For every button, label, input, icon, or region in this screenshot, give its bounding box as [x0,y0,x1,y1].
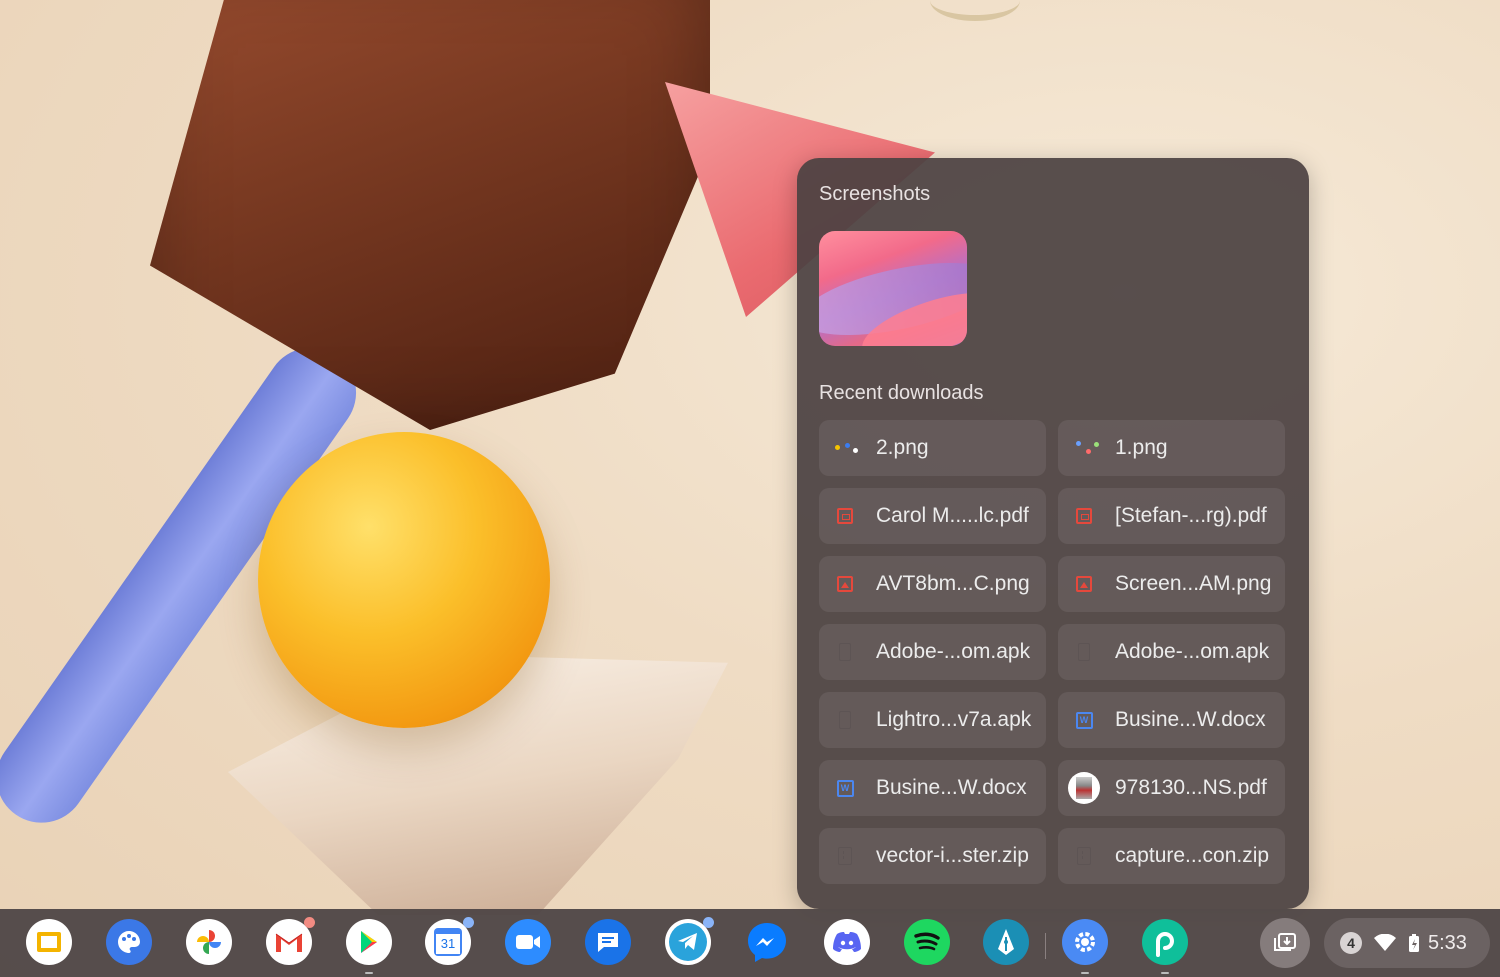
download-item-name: 2.png [876,436,929,459]
word-doc-icon: W [1072,708,1096,732]
download-item[interactable]: W Busine...W.docx [819,760,1046,816]
download-item[interactable]: Adobe-...om.apk [1058,624,1285,680]
clock-time: 5:33 [1428,931,1467,954]
zip-file-icon [833,844,857,868]
screenshots-section-title: Screenshots [819,183,931,205]
google-photos-icon[interactable] [186,919,232,965]
download-item-name: Adobe-...om.apk [876,640,1031,663]
telegram-icon[interactable] [665,917,714,965]
download-item[interactable]: 1.png [1058,420,1285,476]
recent-downloads-section-title: Recent downloads [819,382,984,404]
inkscape-icon[interactable] [983,919,1029,965]
messenger-icon[interactable] [744,919,790,965]
shelf: 31 4 5:33 [0,909,1500,977]
download-item[interactable]: [Stefan-...rg).pdf [1058,488,1285,544]
wallpaper-crescent-shape [930,0,1020,21]
google-play-icon[interactable] [346,919,392,974]
download-item-name: AVT8bm...C.png [876,572,1030,595]
notification-dot [703,917,714,928]
download-item-name: vector-i...ster.zip [876,844,1029,867]
picsart-icon[interactable] [1142,919,1188,974]
download-item[interactable]: Adobe-...om.apk [819,624,1046,680]
download-item[interactable]: vector-i...ster.zip [819,828,1046,884]
download-item[interactable]: 2.png [819,420,1046,476]
holding-space-icon [1274,933,1296,951]
generic-file-icon [833,708,857,732]
wifi-icon [1374,934,1396,951]
zip-file-icon [1072,844,1096,868]
pdf-file-icon [1072,504,1096,528]
download-item-name: Lightro...v7a.apk [876,708,1032,731]
google-messages-icon[interactable] [585,919,631,965]
calendar-day: 31 [436,934,460,954]
generic-file-icon [1072,640,1096,664]
image-thumbnail-icon [1072,436,1099,460]
holding-space-button[interactable] [1260,918,1310,968]
image-file-icon [833,572,857,596]
zoom-icon[interactable] [505,919,551,965]
image-thumbnail-icon [833,436,858,460]
wallpaper-brown-cube [150,0,710,430]
download-item-name: Busine...W.docx [876,776,1027,799]
pdf-file-icon [833,504,857,528]
download-item[interactable]: Lightro...v7a.apk [819,692,1046,748]
book-cover-thumbnail-icon [1068,772,1100,804]
screenshot-thumbnail[interactable] [819,231,967,346]
word-doc-icon: W [833,776,857,800]
battery-charging-icon [1409,934,1419,952]
download-item-name: Adobe-...om.apk [1115,640,1270,663]
google-calendar-icon[interactable]: 31 [425,917,474,965]
canvas-palette-icon[interactable] [106,919,152,965]
download-item[interactable]: AVT8bm...C.png [819,556,1046,612]
download-item[interactable]: Carol M.....lc.pdf [819,488,1046,544]
image-file-icon [1072,572,1096,596]
download-item-name: capture...con.zip [1115,844,1270,867]
download-item-name: 1.png [1115,436,1168,459]
download-item[interactable]: Screen...AM.png [1058,556,1285,612]
download-item-name: [Stefan-...rg).pdf [1115,504,1267,527]
download-item[interactable]: W Busine...W.docx [1058,692,1285,748]
notification-dot [304,917,315,928]
notification-dot [463,917,474,928]
generic-file-icon [833,640,857,664]
discord-icon[interactable] [824,919,870,965]
notification-counter: 4 [1340,932,1362,954]
download-item-name: Busine...W.docx [1115,708,1266,731]
spotify-icon[interactable] [904,919,950,965]
google-slides-icon[interactable] [26,919,72,965]
gmail-icon[interactable] [266,917,315,965]
download-item-name: Carol M.....lc.pdf [876,504,1029,527]
download-item-name: 978130...NS.pdf [1115,776,1267,799]
wallpaper-yellow-ball [258,432,550,728]
download-item-name: Screen...AM.png [1115,572,1272,595]
download-item[interactable]: 978130...NS.pdf [1058,760,1285,816]
shelf-divider [1045,933,1046,959]
recent-downloads-grid: 2.png 1.png Carol M.....lc.pdf [Stefan-.… [819,420,1285,884]
download-item[interactable]: capture...con.zip [1058,828,1285,884]
holding-space-panel: Screenshots Recent downloads 2.png 1.png… [797,158,1309,909]
status-tray[interactable]: 4 5:33 [1324,918,1490,968]
settings-icon[interactable] [1062,919,1108,974]
